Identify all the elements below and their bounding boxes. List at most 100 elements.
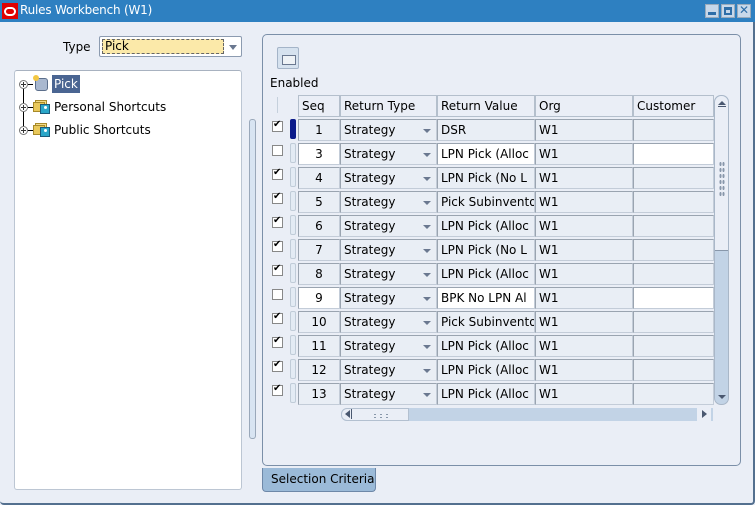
seq-cell[interactable]: 3	[298, 143, 340, 165]
return-type-select[interactable]: Strategy	[340, 143, 437, 165]
return-type-select[interactable]: Strategy	[340, 215, 437, 237]
expand-icon[interactable]	[19, 79, 28, 89]
return-type-select[interactable]: Strategy	[340, 239, 437, 261]
enabled-checkbox[interactable]	[272, 311, 283, 324]
enabled-checkbox[interactable]	[272, 263, 283, 276]
row-indicator[interactable]	[290, 287, 296, 307]
chevron-down-icon[interactable]	[423, 345, 431, 349]
seq-cell[interactable]: 1	[298, 119, 340, 141]
chevron-down-icon[interactable]	[423, 201, 431, 205]
scroll-down-icon[interactable]	[718, 395, 726, 399]
return-value-cell[interactable]: BPK No LPN Al	[437, 287, 535, 309]
customer-cell[interactable]	[633, 263, 714, 285]
tree-item-public-shortcuts[interactable]: Public Shortcuts	[19, 120, 153, 140]
row-indicator[interactable]	[290, 119, 296, 139]
org-cell[interactable]: W1	[535, 143, 633, 165]
return-type-select[interactable]: Strategy	[340, 359, 437, 381]
org-cell[interactable]: W1	[535, 215, 633, 237]
row-indicator[interactable]	[290, 359, 296, 379]
enabled-checkbox[interactable]	[272, 359, 283, 372]
chevron-down-icon[interactable]	[423, 153, 431, 157]
row-indicator[interactable]	[290, 215, 296, 235]
return-value-cell[interactable]: DSR	[437, 119, 535, 141]
return-type-select[interactable]: Strategy	[340, 167, 437, 189]
expand-icon[interactable]	[19, 125, 28, 135]
chevron-down-icon[interactable]	[423, 129, 431, 133]
org-cell[interactable]: W1	[535, 239, 633, 261]
chevron-down-icon[interactable]	[423, 369, 431, 373]
chevron-down-icon[interactable]	[423, 273, 431, 277]
return-type-select[interactable]: Strategy	[340, 287, 437, 309]
row-indicator[interactable]	[290, 383, 296, 403]
return-value-cell[interactable]: LPN Pick (Alloc	[437, 383, 535, 405]
row-indicator[interactable]	[290, 191, 296, 211]
enabled-checkbox[interactable]	[272, 145, 283, 156]
row-indicator[interactable]	[290, 311, 296, 331]
enabled-checkbox[interactable]	[272, 239, 283, 252]
customer-cell[interactable]	[633, 215, 714, 237]
seq-cell[interactable]: 7	[298, 239, 340, 261]
org-cell[interactable]: W1	[535, 167, 633, 189]
org-cell[interactable]: W1	[535, 335, 633, 357]
customer-cell[interactable]	[633, 383, 714, 405]
folder-open-icon[interactable]	[277, 47, 299, 69]
org-cell[interactable]: W1	[535, 359, 633, 381]
return-type-select[interactable]: Strategy	[340, 383, 437, 405]
grid-horizontal-scrollbar[interactable]	[341, 408, 713, 421]
enabled-checkbox[interactable]	[272, 119, 283, 132]
chevron-down-icon[interactable]	[423, 177, 431, 181]
column-header-return-value[interactable]: Return Value	[437, 95, 535, 117]
customer-cell[interactable]	[633, 167, 714, 189]
seq-cell[interactable]: 12	[298, 359, 340, 381]
return-value-cell[interactable]: LPN Pick (Alloc	[437, 359, 535, 381]
maximize-button[interactable]	[721, 4, 735, 18]
column-header-seq[interactable]: Seq	[298, 95, 340, 117]
return-value-cell[interactable]: Pick Subinvento	[437, 311, 535, 333]
chevron-down-icon[interactable]	[423, 321, 431, 325]
seq-cell[interactable]: 8	[298, 263, 340, 285]
row-indicator[interactable]	[290, 143, 296, 163]
enabled-checkbox[interactable]	[272, 335, 283, 348]
column-header-customer[interactable]: Customer	[633, 95, 714, 117]
scroll-right-icon[interactable]	[697, 408, 711, 421]
seq-cell[interactable]: 5	[298, 191, 340, 213]
org-cell[interactable]: W1	[535, 287, 633, 309]
row-indicator[interactable]	[290, 335, 296, 355]
org-cell[interactable]: W1	[535, 311, 633, 333]
chevron-down-icon[interactable]	[423, 225, 431, 229]
org-cell[interactable]: W1	[535, 263, 633, 285]
customer-cell[interactable]	[633, 287, 714, 309]
row-indicator[interactable]	[290, 239, 296, 259]
customer-cell[interactable]	[633, 191, 714, 213]
tree-scrollbar[interactable]	[249, 119, 256, 439]
enabled-checkbox[interactable]	[272, 215, 283, 228]
seq-cell[interactable]: 4	[298, 167, 340, 189]
customer-cell[interactable]	[633, 239, 714, 261]
customer-cell[interactable]	[633, 335, 714, 357]
seq-cell[interactable]: 10	[298, 311, 340, 333]
return-value-cell[interactable]: LPN Pick (Alloc	[437, 263, 535, 285]
tree-item-personal-shortcuts[interactable]: Personal Shortcuts	[19, 97, 168, 117]
org-cell[interactable]: W1	[535, 383, 633, 405]
scroll-up-icon[interactable]	[718, 101, 726, 107]
chevron-down-icon[interactable]	[423, 297, 431, 301]
return-value-cell[interactable]: LPN Pick (Alloc	[437, 215, 535, 237]
seq-cell[interactable]: 6	[298, 215, 340, 237]
org-cell[interactable]: W1	[535, 191, 633, 213]
return-type-select[interactable]: Strategy	[340, 311, 437, 333]
customer-cell[interactable]	[633, 143, 714, 165]
expand-icon[interactable]	[19, 102, 28, 112]
return-value-cell[interactable]: Pick Subinvento	[437, 191, 535, 213]
return-type-select[interactable]: Strategy	[340, 335, 437, 357]
type-select[interactable]: Pick	[99, 36, 242, 57]
row-indicator[interactable]	[290, 167, 296, 187]
chevron-down-icon[interactable]	[423, 249, 431, 253]
return-type-select[interactable]: Strategy	[340, 263, 437, 285]
column-header-org[interactable]: Org	[535, 95, 633, 117]
tree-item-pick[interactable]: Pick	[19, 74, 80, 94]
enabled-checkbox[interactable]	[272, 383, 283, 396]
enabled-checkbox[interactable]	[272, 289, 283, 300]
customer-cell[interactable]	[633, 311, 714, 333]
chevron-down-icon[interactable]	[229, 45, 237, 50]
grid-vertical-scrollbar[interactable]	[714, 95, 729, 405]
